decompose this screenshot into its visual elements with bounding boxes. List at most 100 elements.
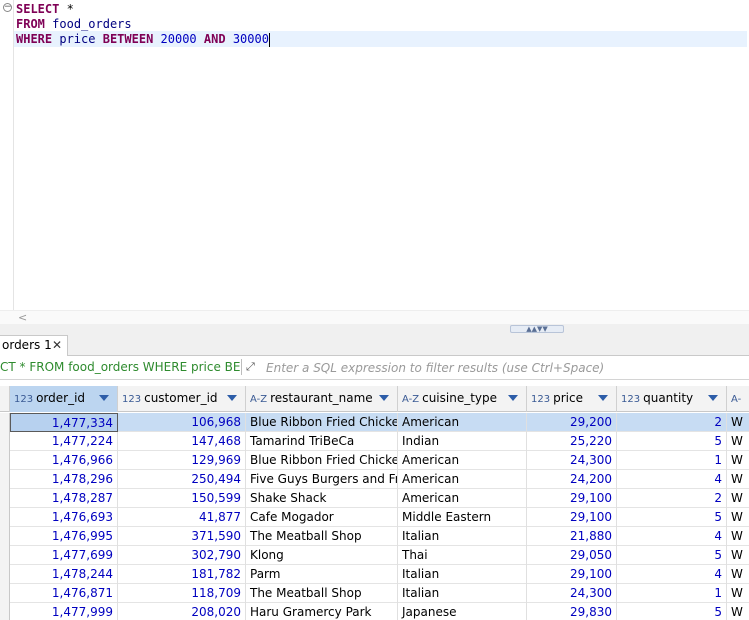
table-cell[interactable]: 5 [617,432,727,451]
table-cell[interactable]: 1,476,871 [10,584,118,603]
row-number-cell[interactable] [0,432,10,451]
table-cell[interactable]: 1 [617,451,727,470]
table-cell[interactable]: American [398,451,527,470]
table-cell[interactable]: American [398,470,527,489]
table-cell[interactable]: 29,100 [527,565,617,584]
table-cell[interactable]: 1,478,244 [10,565,118,584]
table-cell[interactable]: Five Guys Burgers and Fries [246,470,398,489]
table-cell[interactable]: 5 [617,603,727,620]
filter-expression-input[interactable] [266,358,746,377]
table-row[interactable]: 1,478,287 150,599 Shake Shack American 29,10… [0,489,749,508]
table-cell[interactable]: 4 [617,470,727,489]
table-row[interactable]: 1,478,296250,494Five Guys Burgers and Fr… [0,470,749,489]
column-header-order_id[interactable]: 123 order_id [10,386,118,412]
table-cell[interactable]: Cafe Mogador [246,508,398,527]
table-cell[interactable]: The Meatball Shop [246,527,398,546]
table-cell[interactable]: Parm [246,565,398,584]
table-cell[interactable]: 181,782 [118,565,246,584]
table-cell[interactable]: 29,050 [527,546,617,565]
row-number-cell[interactable] [0,546,10,565]
column-header-price[interactable]: 123 price [527,386,617,412]
table-row[interactable]: 1,476,693 41,877 Cafe Mogador Middle Easter… [0,508,749,527]
sort-dropdown-icon[interactable] [508,395,518,401]
results-grid[interactable]: 123 order_id 123 customer_id A-Z restaurant_n… [0,386,749,620]
table-cell[interactable]: 29,200 [527,413,617,432]
table-cell[interactable]: Shake Shack [246,489,398,508]
table-cell[interactable]: 5 [617,546,727,565]
table-cell[interactable]: W [727,489,749,508]
sort-dropdown-icon[interactable] [708,395,718,401]
row-number-cell[interactable] [0,489,10,508]
sort-dropdown-icon[interactable] [99,395,109,401]
table-cell[interactable]: Thai [398,546,527,565]
table-cell[interactable]: 129,969 [118,451,246,470]
table-cell[interactable]: 208,020 [118,603,246,620]
row-number-cell[interactable] [0,508,10,527]
table-row[interactable]: 1,477,224 147,468 Tamarind TriBeCa Indian 25… [0,432,749,451]
table-cell[interactable]: W [727,603,749,620]
table-cell[interactable]: Indian [398,432,527,451]
table-cell[interactable]: 29,100 [527,508,617,527]
table-cell[interactable]: 1 [617,584,727,603]
table-cell[interactable]: 2 [617,413,727,432]
code-line-1[interactable]: SELECT * [16,1,749,17]
table-cell[interactable]: 24,200 [527,470,617,489]
table-cell[interactable]: 1,476,995 [10,527,118,546]
sort-dropdown-icon[interactable] [598,395,608,401]
table-cell[interactable]: 5 [617,508,727,527]
row-number-header[interactable] [0,386,10,412]
table-row[interactable]: 1,478,244 181,782 Parm Italian 29,100 4 W [0,565,749,584]
code-line-2[interactable]: FROM food_orders [16,16,749,32]
column-header-quantity[interactable]: 123 quantity [617,386,727,412]
table-cell[interactable]: American [398,489,527,508]
table-cell[interactable]: Haru Gramercy Park [246,603,398,620]
table-cell[interactable]: 29,830 [527,603,617,620]
table-cell[interactable]: Japanese [398,603,527,620]
table-cell[interactable]: Blue Ribbon Fried Chicken [246,413,398,432]
table-cell[interactable]: The Meatball Shop [246,584,398,603]
table-cell[interactable]: 150,599 [118,489,246,508]
column-header-cuisine_type[interactable]: A-Z cuisine_type [398,386,527,412]
table-cell[interactable]: 21,880 [527,527,617,546]
sql-editor[interactable]: − SELECT * FROM food_orders WHERE price … [0,0,749,310]
table-cell[interactable]: Blue Ribbon Fried Chicken [246,451,398,470]
row-number-cell[interactable] [0,584,10,603]
table-row[interactable]: 1,477,699 302,790 Klong Thai 29,050 5 W [0,546,749,565]
fold-toggle-icon[interactable]: − [3,3,12,12]
table-cell[interactable]: 1,478,287 [10,489,118,508]
table-cell[interactable]: 25,220 [527,432,617,451]
column-header-restaurant_name[interactable]: A-Z restaurant_name [246,386,398,412]
code-line-3[interactable]: WHERE price BETWEEN 20000 AND 30000 [14,31,747,47]
row-number-cell[interactable] [0,527,10,546]
table-cell[interactable]: 1,476,966 [10,451,118,470]
column-header-customer_id[interactable]: 123 customer_id [118,386,246,412]
table-cell[interactable]: Italian [398,584,527,603]
table-row[interactable]: 1,477,334 106,968 Blue Ribbon Fried Chicke… [0,413,749,432]
table-cell[interactable]: 118,709 [118,584,246,603]
close-icon[interactable]: ✕ [52,336,62,355]
table-cell[interactable]: W [727,451,749,470]
table-cell[interactable]: 2 [617,489,727,508]
table-cell[interactable]: 1,477,699 [10,546,118,565]
table-cell[interactable]: American [398,413,527,432]
table-cell[interactable]: 250,494 [118,470,246,489]
table-cell[interactable]: Italian [398,565,527,584]
scroll-left-icon[interactable]: < [18,311,27,324]
row-number-cell[interactable] [0,565,10,584]
expand-filter-icon[interactable]: ⤢ [246,360,260,374]
table-cell[interactable]: W [727,413,749,432]
table-cell[interactable]: 4 [617,527,727,546]
table-row[interactable]: 1,476,871 118,709 The Meatball Shop Italian… [0,584,749,603]
table-cell[interactable]: 1,477,224 [10,432,118,451]
table-cell[interactable]: W [727,508,749,527]
table-cell[interactable]: 24,300 [527,451,617,470]
table-cell[interactable]: Middle Eastern [398,508,527,527]
row-number-cell[interactable] [0,603,10,620]
row-number-cell[interactable] [0,451,10,470]
table-cell[interactable]: W [727,546,749,565]
table-cell[interactable]: 147,468 [118,432,246,451]
table-cell[interactable]: Tamarind TriBeCa [246,432,398,451]
tab-results[interactable]: orders 1 ✕ [0,335,68,356]
table-cell[interactable]: W [727,527,749,546]
editor-results-splitter[interactable]: ▲▲▼▼ [0,324,749,334]
